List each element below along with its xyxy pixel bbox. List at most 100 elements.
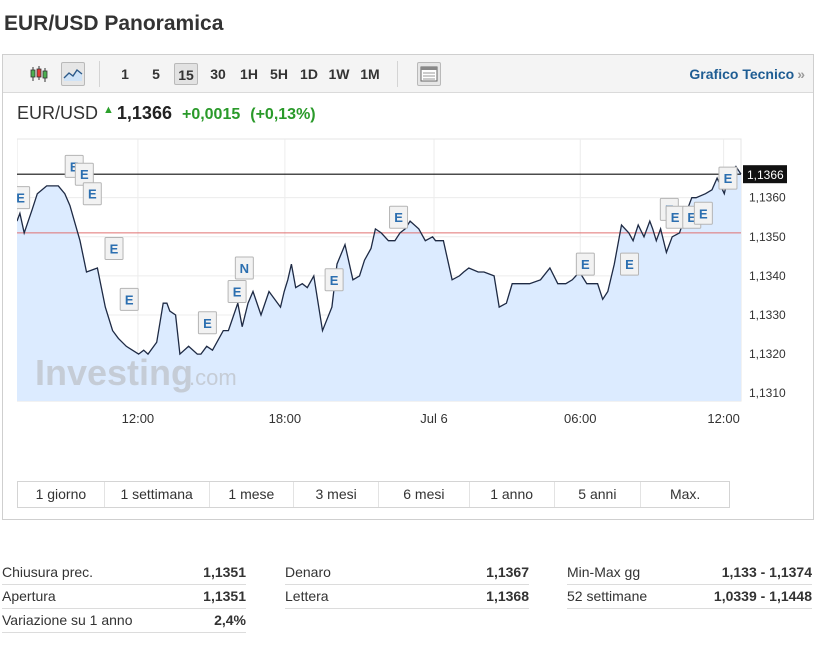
event-marker-letter: E: [203, 316, 212, 331]
y-tick-label: 1,1330: [749, 308, 786, 322]
event-marker[interactable]: E: [119, 287, 139, 311]
quote-change-percent: (+0,13%): [250, 106, 316, 123]
stats-column-3: Min-Max gg 1,133 - 1,1374 52 settimane 1,0…: [567, 561, 812, 609]
quote-change: +0,0015: [181, 106, 241, 123]
toolbar-divider: [99, 61, 100, 87]
stat-label: Chiusura prec.: [2, 564, 94, 580]
chevron-right-icon: »: [797, 66, 805, 82]
stats-column-1: Chiusura prec. 1,1351 Apertura 1,1351 Vari…: [2, 561, 246, 633]
stat-label: 52 settimane: [567, 588, 648, 604]
event-marker-letter: E: [330, 273, 339, 288]
range-selector: 1 giorno 1 settimana 1 mese 3 mesi 6 mes…: [17, 481, 730, 508]
stat-value: 1,1367: [486, 564, 529, 580]
event-marker-letter: E: [394, 210, 403, 225]
event-marker[interactable]: E: [324, 268, 344, 292]
event-marker-letter: E: [699, 206, 708, 221]
stat-value: 1,1351: [203, 588, 246, 604]
event-marker[interactable]: E: [389, 205, 409, 229]
y-tick-label: 1,1310: [749, 386, 786, 400]
timeframe-1h[interactable]: 1H: [237, 63, 261, 85]
event-marker-letter: E: [233, 285, 242, 300]
x-tick-label: 12:00: [122, 411, 155, 426]
stat-value: 1,0339 - 1,1448: [713, 588, 812, 604]
stat-ask: Lettera 1,1368: [285, 585, 529, 609]
event-marker[interactable]: E: [227, 280, 247, 304]
range-1-week[interactable]: 1 settimana: [105, 482, 210, 507]
timeframe-15m[interactable]: 15: [174, 63, 198, 85]
event-marker[interactable]: E: [197, 311, 217, 335]
chart-toolbar: 1 5 15 30 1H 5H 1D 1W 1M Grafico Tecnico…: [3, 55, 813, 93]
technical-chart-link[interactable]: Grafico Tecnico»: [689, 66, 805, 82]
event-marker[interactable]: E: [620, 252, 640, 276]
y-tick-label: 1,1340: [749, 269, 786, 283]
stat-bid: Denaro 1,1367: [285, 561, 529, 585]
stat-label: Variazione su 1 anno: [2, 612, 133, 628]
watermark-suffix: .com: [189, 365, 237, 390]
stat-day-range: Min-Max gg 1,133 - 1,1374: [567, 561, 812, 585]
technical-chart-label: Grafico Tecnico: [689, 66, 795, 82]
range-5-years[interactable]: 5 anni: [555, 482, 642, 507]
stats-column-2: Denaro 1,1367 Lettera 1,1368: [285, 561, 529, 609]
timeframe-30m[interactable]: 30: [206, 63, 230, 85]
stat-label: Denaro: [285, 564, 331, 580]
range-1-day[interactable]: 1 giorno: [18, 482, 105, 507]
event-marker-letter: E: [625, 257, 634, 272]
event-marker-letter: E: [671, 210, 680, 225]
stat-52-week-range: 52 settimane 1,0339 - 1,1448: [567, 585, 812, 609]
range-3-months[interactable]: 3 mesi: [294, 482, 379, 507]
event-marker[interactable]: E: [82, 182, 102, 206]
toolbar-divider: [397, 61, 398, 87]
event-marker[interactable]: E: [665, 205, 685, 229]
price-chart[interactable]: 1,1360 1,1350 1,1340 1,1330 1,1320 1,1310 12:0…: [17, 131, 801, 477]
timeframe-1d[interactable]: 1D: [297, 63, 321, 85]
quote-symbol: EUR/USD: [17, 103, 99, 123]
timeframe-1mo[interactable]: 1M: [357, 63, 383, 85]
stat-value: 1,1351: [203, 564, 246, 580]
range-max[interactable]: Max.: [641, 482, 729, 507]
event-marker-letter: E: [125, 292, 134, 307]
y-tick-label: 1,1320: [749, 347, 786, 361]
stat-open: Apertura 1,1351: [2, 585, 246, 609]
event-marker[interactable]: E: [575, 252, 595, 276]
x-tick-label: 12:00: [707, 411, 740, 426]
stat-value: 1,1368: [486, 588, 529, 604]
data-table-icon[interactable]: [417, 62, 441, 86]
timeframe-5m[interactable]: 5: [148, 63, 164, 85]
event-marker[interactable]: N: [234, 256, 254, 280]
range-6-months[interactable]: 6 mesi: [379, 482, 470, 507]
up-arrow-icon: ▲: [103, 104, 114, 116]
timeframe-5h[interactable]: 5H: [267, 63, 291, 85]
event-marker[interactable]: E: [718, 166, 738, 190]
page-title: EUR/USD Panoramica: [4, 12, 224, 35]
event-marker-letter: E: [110, 241, 119, 256]
stat-value: 2,4%: [214, 612, 246, 628]
range-1-year[interactable]: 1 anno: [470, 482, 555, 507]
event-marker-letter: E: [724, 171, 733, 186]
event-marker[interactable]: E: [693, 201, 713, 225]
event-marker-letter: E: [88, 187, 97, 202]
event-marker[interactable]: E: [104, 236, 124, 260]
quote-last-price: 1,1366: [116, 103, 172, 123]
stat-1y-change: Variazione su 1 anno 2,4%: [2, 609, 246, 633]
candlestick-icon[interactable]: [27, 62, 51, 86]
stat-prev-close: Chiusura prec. 1,1351: [2, 561, 246, 585]
watermark-logo: Investing: [35, 352, 193, 393]
range-1-month[interactable]: 1 mese: [210, 482, 295, 507]
stat-label: Lettera: [285, 588, 329, 604]
event-marker[interactable]: E: [17, 186, 31, 210]
event-marker-letter: E: [17, 191, 25, 206]
line-chart-icon[interactable]: [61, 62, 85, 86]
x-tick-label: 18:00: [269, 411, 302, 426]
timeframe-1w[interactable]: 1W: [326, 63, 352, 85]
event-marker-letter: E: [80, 167, 89, 182]
x-tick-label: Jul 6: [420, 411, 447, 426]
timeframe-1m[interactable]: 1: [117, 63, 133, 85]
event-marker[interactable]: E: [74, 162, 94, 186]
stat-value: 1,133 - 1,1374: [721, 564, 812, 580]
quote-header: EUR/USD ▲ 1,1366 +0,0015 (+0,13%): [17, 103, 316, 124]
last-price-label: 1,1366: [747, 168, 784, 182]
x-tick-label: 06:00: [564, 411, 597, 426]
stat-label: Min-Max gg: [567, 564, 641, 580]
event-marker-letter: N: [240, 261, 249, 276]
event-marker-letter: E: [581, 257, 590, 272]
